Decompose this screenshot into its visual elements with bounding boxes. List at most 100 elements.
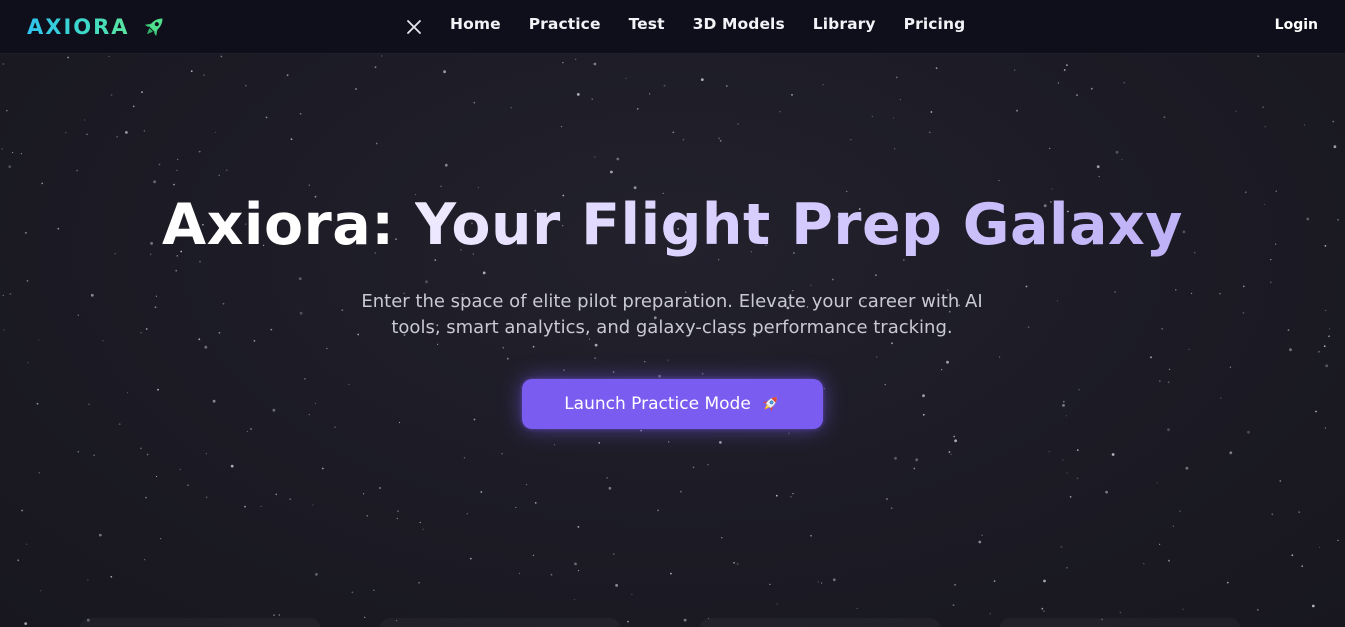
- star: [922, 394, 925, 398]
- star: [707, 464, 709, 466]
- star: [77, 314, 79, 316]
- star: [700, 78, 704, 81]
- star: [1060, 546, 1063, 548]
- star: [1179, 510, 1181, 513]
- star: [348, 383, 350, 385]
- star: [398, 421, 401, 424]
- star: [1159, 543, 1161, 545]
- star: [110, 94, 113, 96]
- star: [290, 138, 293, 141]
- nav-link-practice[interactable]: Practice: [515, 15, 615, 33]
- brand-logo[interactable]: AXIORA: [27, 13, 168, 41]
- star: [1229, 451, 1233, 455]
- star: [40, 590, 42, 592]
- launch-practice-label: Launch Practice Mode: [564, 394, 751, 414]
- star: [929, 131, 931, 133]
- star: [954, 583, 956, 586]
- star: [355, 88, 357, 90]
- star: [175, 269, 178, 272]
- nav-link-pricing[interactable]: Pricing: [890, 15, 980, 33]
- nav-link-3d-models[interactable]: 3D Models: [679, 15, 799, 33]
- star: [899, 98, 901, 101]
- star: [218, 174, 220, 176]
- star: [204, 345, 208, 349]
- login-button[interactable]: Login: [1275, 17, 1318, 33]
- star: [308, 184, 310, 186]
- star: [576, 93, 580, 96]
- star: [501, 452, 503, 455]
- star: [102, 340, 104, 342]
- star: [158, 163, 161, 166]
- nav-link-library[interactable]: Library: [799, 15, 890, 33]
- star: [1114, 291, 1116, 293]
- hero-subtitle: Enter the space of elite pilot preparati…: [322, 289, 1022, 340]
- star: [1229, 366, 1231, 368]
- star: [157, 388, 159, 391]
- card-hint: [1000, 618, 1240, 627]
- star: [379, 487, 381, 489]
- star: [884, 384, 886, 386]
- hero-subtitle-line-1: Enter the space of elite pilot preparati…: [361, 291, 983, 312]
- hero-title: Axiora: Your Flight Prep Galaxy: [0, 187, 1345, 263]
- star: [469, 557, 472, 560]
- star: [1279, 480, 1282, 482]
- star: [1115, 150, 1119, 154]
- star: [1172, 525, 1174, 527]
- star: [612, 553, 615, 555]
- star: [1158, 380, 1161, 383]
- launch-practice-button[interactable]: Launch Practice Mode: [522, 379, 823, 429]
- star: [270, 328, 273, 331]
- star: [218, 331, 221, 334]
- star: [482, 271, 486, 275]
- close-icon[interactable]: [404, 17, 424, 37]
- star: [298, 277, 302, 281]
- card-hint: [380, 618, 620, 627]
- star: [1271, 513, 1274, 516]
- star: [506, 357, 509, 360]
- star: [725, 85, 728, 87]
- star: [244, 505, 246, 508]
- hero-title-brand: Axiora:: [162, 192, 395, 258]
- star: [823, 388, 825, 390]
- star: [140, 447, 142, 450]
- star: [692, 466, 695, 469]
- page: AXIORA Home Practice Test 3D Models Libr…: [0, 0, 1345, 627]
- star: [1169, 368, 1171, 370]
- star: [154, 306, 157, 309]
- star: [308, 414, 310, 416]
- star: [1319, 546, 1321, 549]
- star: [36, 402, 39, 405]
- star: [265, 116, 268, 119]
- star: [1048, 451, 1050, 453]
- star: [1235, 110, 1237, 112]
- star: [1315, 410, 1317, 413]
- star: [1323, 345, 1326, 348]
- star: [473, 418, 476, 421]
- star: [1078, 389, 1080, 391]
- star: [286, 74, 289, 77]
- nav-link-home[interactable]: Home: [436, 15, 515, 33]
- star: [480, 491, 483, 493]
- star: [20, 153, 22, 155]
- star: [1242, 312, 1245, 314]
- star: [663, 84, 666, 87]
- star: [1096, 165, 1100, 169]
- star: [98, 533, 102, 537]
- star: [173, 183, 175, 186]
- star: [381, 55, 383, 57]
- star: [177, 158, 179, 160]
- star: [667, 359, 669, 361]
- navbar: AXIORA Home Practice Test 3D Models Libr…: [0, 0, 1345, 54]
- star: [875, 274, 877, 277]
- star: [978, 540, 982, 544]
- star: [146, 453, 149, 456]
- star: [821, 582, 823, 584]
- nav-link-test[interactable]: Test: [615, 15, 679, 33]
- star: [41, 182, 44, 185]
- star: [1262, 106, 1264, 108]
- star: [366, 515, 368, 517]
- star: [1027, 326, 1030, 328]
- star: [473, 101, 476, 104]
- star: [2, 63, 5, 65]
- star: [562, 62, 564, 64]
